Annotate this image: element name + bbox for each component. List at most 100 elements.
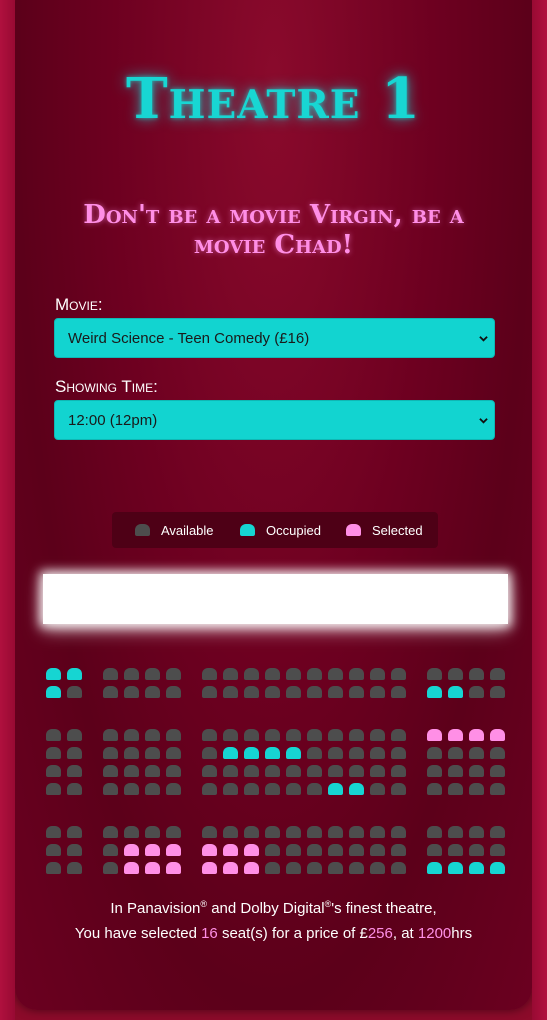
seat[interactable] bbox=[46, 783, 61, 795]
seat[interactable] bbox=[391, 826, 406, 838]
seat[interactable] bbox=[265, 686, 280, 698]
seat[interactable] bbox=[46, 765, 61, 777]
seat[interactable] bbox=[490, 783, 505, 795]
seat[interactable] bbox=[490, 844, 505, 856]
seat[interactable] bbox=[469, 844, 484, 856]
seat[interactable] bbox=[349, 686, 364, 698]
seat[interactable] bbox=[328, 686, 343, 698]
seat[interactable] bbox=[370, 783, 385, 795]
seat[interactable] bbox=[145, 826, 160, 838]
seat[interactable] bbox=[202, 668, 217, 680]
seat[interactable] bbox=[427, 765, 442, 777]
seat[interactable] bbox=[244, 826, 259, 838]
seat[interactable] bbox=[328, 862, 343, 874]
seat[interactable] bbox=[469, 668, 484, 680]
seat[interactable] bbox=[103, 765, 118, 777]
seat[interactable] bbox=[370, 862, 385, 874]
seat[interactable] bbox=[307, 729, 322, 741]
seat[interactable] bbox=[202, 844, 217, 856]
seat[interactable] bbox=[427, 783, 442, 795]
seat[interactable] bbox=[391, 844, 406, 856]
seat[interactable] bbox=[103, 686, 118, 698]
seat[interactable] bbox=[469, 729, 484, 741]
seat[interactable] bbox=[223, 729, 238, 741]
seat[interactable] bbox=[223, 862, 238, 874]
seat[interactable] bbox=[124, 862, 139, 874]
seat[interactable] bbox=[124, 729, 139, 741]
seat[interactable] bbox=[490, 668, 505, 680]
seat[interactable] bbox=[328, 765, 343, 777]
seat[interactable] bbox=[103, 844, 118, 856]
seat[interactable] bbox=[286, 765, 301, 777]
time-select[interactable]: 12:00 (12pm) bbox=[54, 400, 495, 440]
seat[interactable] bbox=[328, 747, 343, 759]
seat[interactable] bbox=[166, 765, 181, 777]
seat[interactable] bbox=[145, 765, 160, 777]
seat[interactable] bbox=[448, 668, 463, 680]
seat[interactable] bbox=[265, 862, 280, 874]
seat[interactable] bbox=[103, 783, 118, 795]
seat[interactable] bbox=[103, 826, 118, 838]
seat[interactable] bbox=[202, 765, 217, 777]
seat[interactable] bbox=[202, 783, 217, 795]
seat[interactable] bbox=[349, 844, 364, 856]
seat[interactable] bbox=[46, 826, 61, 838]
seat[interactable] bbox=[391, 686, 406, 698]
seat[interactable] bbox=[370, 668, 385, 680]
seat[interactable] bbox=[67, 844, 82, 856]
seat[interactable] bbox=[286, 826, 301, 838]
seat[interactable] bbox=[67, 765, 82, 777]
seat[interactable] bbox=[349, 747, 364, 759]
seat[interactable] bbox=[286, 686, 301, 698]
movie-select[interactable]: Weird Science - Teen Comedy (£16) bbox=[54, 318, 495, 358]
seat[interactable] bbox=[307, 765, 322, 777]
seat[interactable] bbox=[145, 844, 160, 856]
seat[interactable] bbox=[265, 668, 280, 680]
seat[interactable] bbox=[469, 747, 484, 759]
seat[interactable] bbox=[391, 729, 406, 741]
seat[interactable] bbox=[490, 765, 505, 777]
seat[interactable] bbox=[145, 747, 160, 759]
seat[interactable] bbox=[202, 729, 217, 741]
seat[interactable] bbox=[265, 783, 280, 795]
seat[interactable] bbox=[124, 765, 139, 777]
seat[interactable] bbox=[328, 826, 343, 838]
seat[interactable] bbox=[166, 729, 181, 741]
seat[interactable] bbox=[244, 862, 259, 874]
seat[interactable] bbox=[448, 747, 463, 759]
seat[interactable] bbox=[307, 783, 322, 795]
seat[interactable] bbox=[469, 826, 484, 838]
seat[interactable] bbox=[145, 729, 160, 741]
seat[interactable] bbox=[349, 826, 364, 838]
seat[interactable] bbox=[469, 765, 484, 777]
seat[interactable] bbox=[427, 729, 442, 741]
seat[interactable] bbox=[370, 747, 385, 759]
seat[interactable] bbox=[490, 729, 505, 741]
seat[interactable] bbox=[265, 729, 280, 741]
seat[interactable] bbox=[46, 729, 61, 741]
seat[interactable] bbox=[307, 668, 322, 680]
seat[interactable] bbox=[145, 686, 160, 698]
seat[interactable] bbox=[67, 862, 82, 874]
seat[interactable] bbox=[244, 686, 259, 698]
seat[interactable] bbox=[307, 686, 322, 698]
seat[interactable] bbox=[244, 765, 259, 777]
seat[interactable] bbox=[145, 783, 160, 795]
seat[interactable] bbox=[124, 686, 139, 698]
seat[interactable] bbox=[307, 862, 322, 874]
seat[interactable] bbox=[328, 729, 343, 741]
seat[interactable] bbox=[103, 729, 118, 741]
seat[interactable] bbox=[166, 844, 181, 856]
seat[interactable] bbox=[46, 747, 61, 759]
seat[interactable] bbox=[166, 668, 181, 680]
seat[interactable] bbox=[370, 729, 385, 741]
seat[interactable] bbox=[427, 747, 442, 759]
seat[interactable] bbox=[67, 826, 82, 838]
seat[interactable] bbox=[67, 729, 82, 741]
seat[interactable] bbox=[286, 783, 301, 795]
seat[interactable] bbox=[391, 765, 406, 777]
seat[interactable] bbox=[427, 844, 442, 856]
seat[interactable] bbox=[202, 826, 217, 838]
seat[interactable] bbox=[328, 844, 343, 856]
seat[interactable] bbox=[370, 765, 385, 777]
